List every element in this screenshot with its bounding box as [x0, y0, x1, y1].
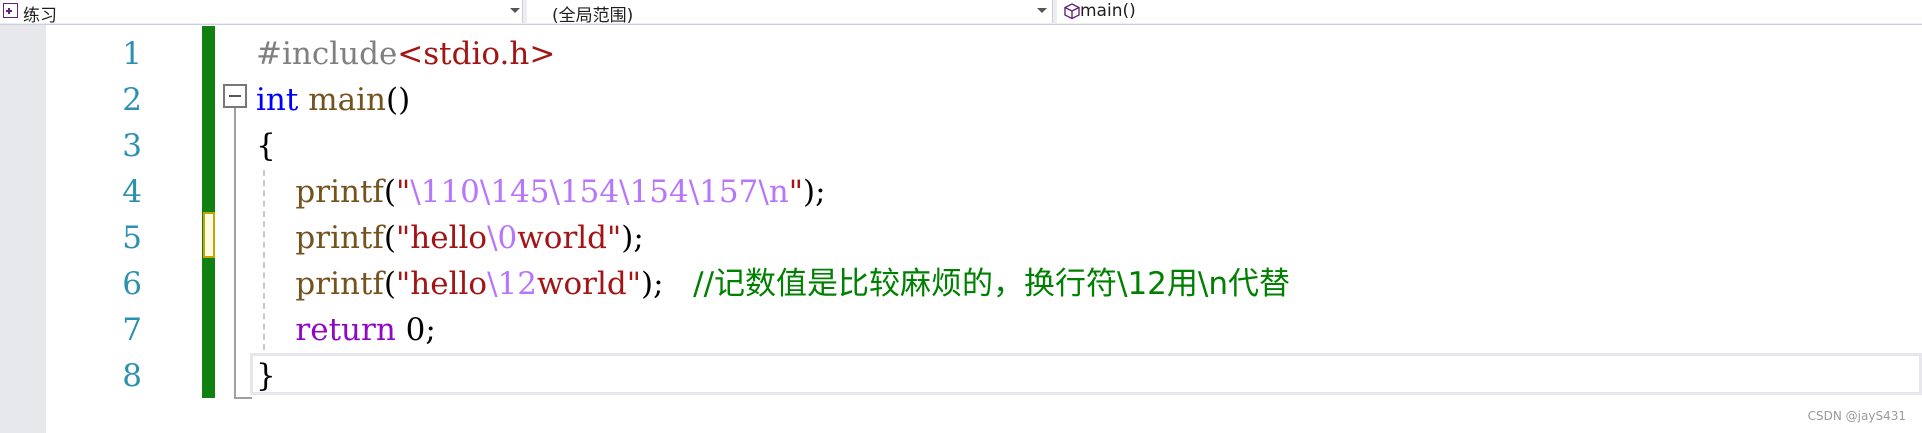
- code-line-4[interactable]: printf("\110\145\154\154\157\n");: [256, 169, 826, 215]
- chevron-down-icon[interactable]: [510, 8, 520, 13]
- scope-dropdown[interactable]: (全局范围): [527, 0, 1053, 26]
- escape-sequence-token: \0: [487, 220, 518, 256]
- control-keyword-token: return: [295, 312, 396, 348]
- member-name: main(): [1080, 1, 1136, 21]
- navigation-bar: 练习 (全局范围) main(): [0, 0, 1922, 26]
- code-token: }: [256, 358, 276, 394]
- unsaved-change-marker: [203, 212, 215, 258]
- code-token: {: [256, 128, 276, 164]
- code-line-5[interactable]: printf("hello\0world");: [256, 215, 644, 261]
- function-token: printf: [295, 174, 384, 210]
- code-token: ;: [425, 312, 436, 348]
- escape-sequence-token: \12: [487, 266, 537, 302]
- watermark: CSDN @jayS431: [1807, 409, 1906, 423]
- code-line-6[interactable]: printf("hello\12world"); //记数值是比较麻烦的，换行符…: [256, 261, 1290, 307]
- code-token: (): [385, 82, 411, 118]
- code-token: );: [621, 220, 644, 256]
- code-token: (: [383, 266, 397, 302]
- line-number: 6: [122, 266, 142, 302]
- line-number: 7: [122, 312, 142, 348]
- line-number: 2: [122, 82, 142, 118]
- keyword-token: int: [256, 82, 299, 118]
- scope-name: (全局范围): [552, 6, 634, 26]
- code-line-8[interactable]: }: [256, 353, 276, 399]
- line-number: 8: [122, 358, 142, 394]
- member-dropdown[interactable]: main(): [1057, 0, 1922, 23]
- string-token: ": [396, 174, 411, 210]
- line-number: 5: [122, 220, 142, 256]
- line-number: 4: [122, 174, 142, 210]
- escape-sequence-token: \110\145\154\154\157\n: [410, 174, 789, 210]
- collapse-minus-icon[interactable]: [223, 84, 247, 108]
- comment-token: //记数值是比较麻烦的，换行符\12用\n代替: [693, 266, 1290, 302]
- string-token: world": [536, 266, 642, 302]
- include-path-token: <stdio.h>: [397, 36, 556, 72]
- chevron-down-icon[interactable]: [1037, 8, 1047, 13]
- current-line-highlight: [250, 353, 1922, 395]
- code-line-2[interactable]: int main(): [256, 77, 410, 123]
- string-token: "hello: [396, 220, 488, 256]
- function-token: printf: [295, 220, 384, 256]
- line-number: 1: [122, 36, 142, 72]
- outline-guide: [234, 108, 236, 398]
- code-line-1[interactable]: #include<stdio.h>: [256, 31, 555, 77]
- code-token: (: [383, 174, 397, 210]
- code-token: (: [383, 220, 397, 256]
- preprocessor-token: #include: [256, 36, 398, 72]
- function-token: main: [308, 82, 386, 118]
- cube-icon: [1064, 3, 1080, 20]
- code-token: );: [803, 174, 826, 210]
- project-dropdown[interactable]: 练习: [0, 0, 523, 26]
- project-icon: [3, 3, 18, 18]
- string-token: ": [788, 174, 804, 210]
- line-number: 3: [122, 128, 142, 164]
- number-token: 0: [405, 312, 426, 348]
- string-token: world": [517, 220, 622, 256]
- glyph-margin: [0, 25, 46, 433]
- code-line-7[interactable]: return 0;: [256, 307, 436, 353]
- function-token: printf: [295, 266, 384, 302]
- project-name: 练习: [23, 6, 57, 26]
- code-token: );: [641, 266, 694, 302]
- outline-guide-end: [234, 397, 252, 399]
- string-token: "hello: [396, 266, 488, 302]
- code-line-3[interactable]: {: [256, 123, 276, 169]
